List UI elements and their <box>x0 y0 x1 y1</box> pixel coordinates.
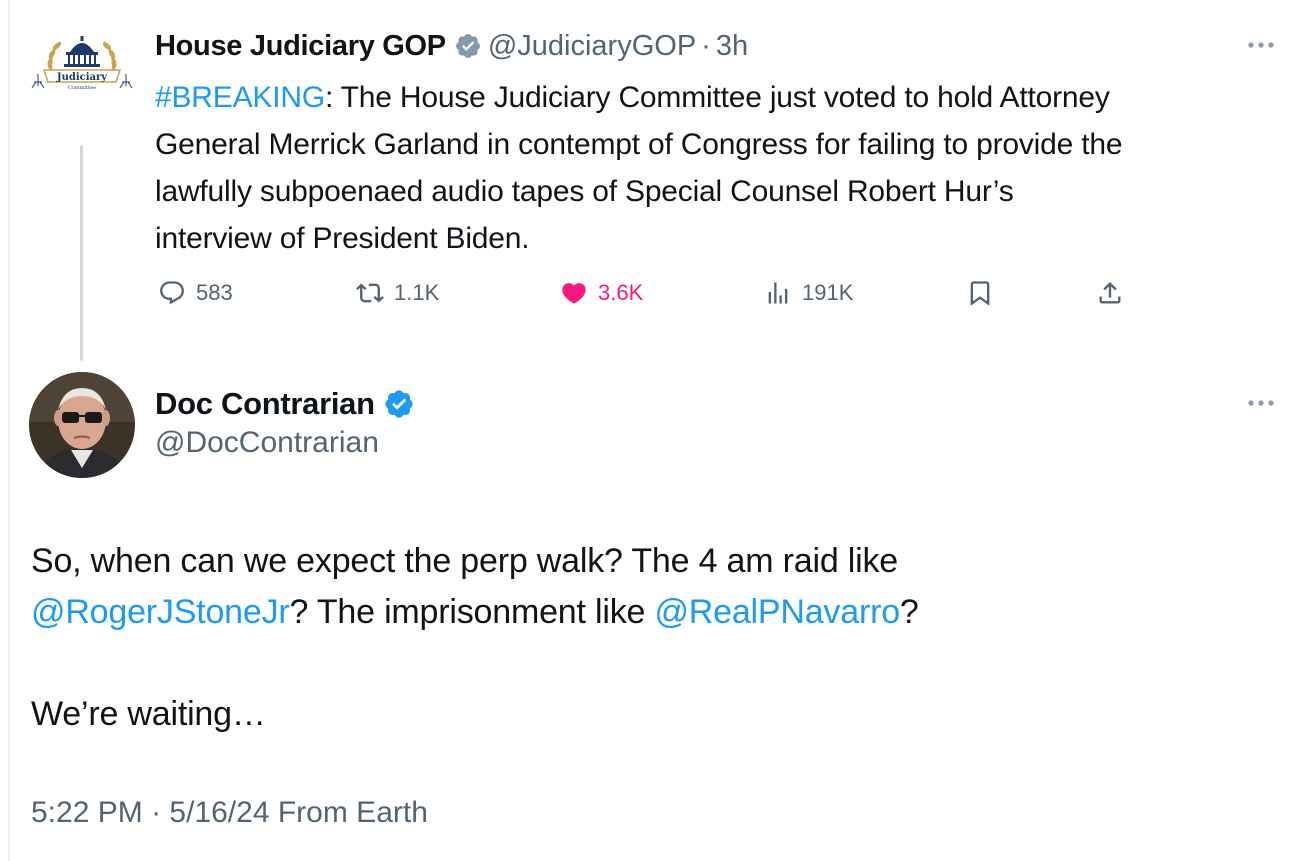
tweet-time[interactable]: 3h <box>716 30 748 63</box>
author-handle[interactable]: @JudiciaryGOP <box>488 30 696 63</box>
tweet-location: From Earth <box>277 796 428 829</box>
tweet-timestamp[interactable]: 5:22 PM <box>31 796 143 829</box>
repost-button[interactable]: 1.1K <box>356 276 439 310</box>
like-button[interactable]: 3.6K <box>560 276 643 310</box>
author-name[interactable]: House Judiciary GOP <box>155 30 446 63</box>
tweet-text: #BREAKING: The House Judiciary Committee… <box>155 74 1285 262</box>
separator-dot: · <box>701 29 711 62</box>
author-name[interactable]: Doc Contrarian <box>155 386 375 422</box>
mention-link[interactable]: @RogerJStoneJr <box>31 593 290 631</box>
gray-verified-badge-icon <box>455 34 480 58</box>
reply-text-end: ? <box>899 593 919 631</box>
views-count: 191K <box>802 280 854 305</box>
avatar[interactable]: Judiciary Committee <box>30 30 134 102</box>
thread-line <box>80 145 83 361</box>
logo-subtext: Committee <box>68 85 96 91</box>
text-line-4: interview of President Biden. <box>155 222 530 255</box>
reply-text: So, when can we expect the perp walk? Th… <box>31 536 1271 740</box>
bookmark-icon <box>970 281 990 306</box>
text-line-1: : The House Judiciary Committee just vot… <box>324 81 1110 114</box>
views-bars-icon <box>768 282 788 304</box>
reply-text-mid: ? The imprisonment like <box>289 593 655 631</box>
action-bar: 583 1.1K 3.6K 191K <box>0 276 1304 310</box>
blue-verified-badge-icon <box>385 390 413 418</box>
reply-button[interactable]: 583 <box>158 276 233 310</box>
text-line-2: General Merrick Garland in contempt of C… <box>155 128 1123 161</box>
avatar[interactable] <box>29 372 135 478</box>
logo-text: Judiciary <box>56 72 108 83</box>
repost-icon <box>356 283 384 303</box>
profile-photo-icon <box>29 372 135 478</box>
parent-tweet[interactable]: Judiciary Committee House Judiciary GOP … <box>0 0 1304 370</box>
separator-dot: · <box>151 796 162 829</box>
bookmark-button[interactable] <box>966 276 1004 310</box>
tweet-date[interactable]: 5/16/24 <box>169 796 269 829</box>
tweet-meta: 5:22 PM · 5/16/24 From Earth <box>31 796 428 830</box>
reply-bubble-icon <box>160 281 184 305</box>
judiciary-logo-icon: Judiciary Committee <box>31 36 133 91</box>
author-handle[interactable]: @DocContrarian <box>155 426 379 460</box>
reply-header: Doc Contrarian <box>155 384 415 424</box>
reply-line-2: @RogerJStoneJr? The imprisonment like @R… <box>31 587 1271 638</box>
repost-count: 1.1K <box>394 280 440 305</box>
views-button[interactable]: 191K <box>764 276 853 310</box>
text-line-3: lawfully subpoenaed audio tapes of Speci… <box>155 175 1014 208</box>
tweet-header: House Judiciary GOP @JudiciaryGOP · 3h <box>155 26 748 66</box>
mention-link[interactable]: @RealPNavarro <box>654 593 900 631</box>
hashtag-link[interactable]: #BREAKING <box>155 81 325 114</box>
share-button[interactable] <box>1096 276 1134 310</box>
reply-line-3: We’re waiting… <box>31 695 266 733</box>
share-upload-icon <box>1099 282 1121 304</box>
reply-count: 583 <box>196 280 233 305</box>
more-dots-icon[interactable] <box>1246 40 1276 50</box>
more-dots-icon[interactable] <box>1246 398 1276 408</box>
like-count: 3.6K <box>598 280 644 305</box>
reply-line-1: So, when can we expect the perp walk? Th… <box>31 542 898 580</box>
heart-filled-icon <box>562 283 586 304</box>
